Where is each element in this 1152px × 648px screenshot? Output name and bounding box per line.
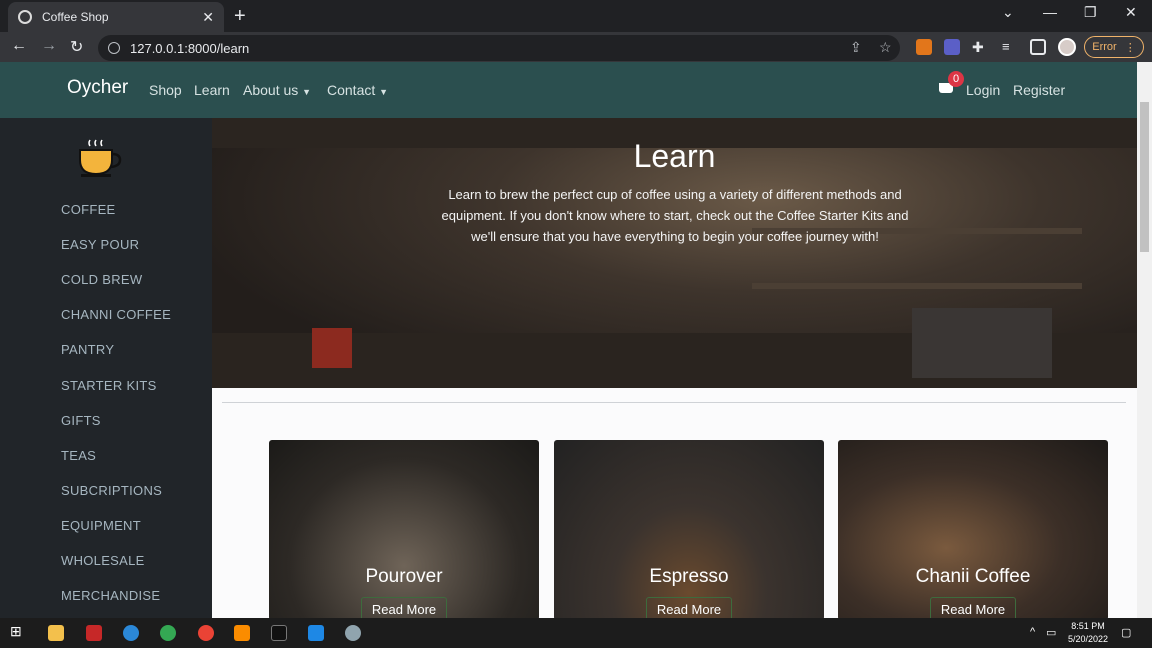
scrollbar-thumb[interactable]: [1140, 102, 1149, 252]
file-explorer-icon[interactable]: [48, 625, 64, 641]
browser-tab[interactable]: Coffee Shop ✕: [8, 2, 224, 32]
reading-list-icon[interactable]: ≡: [1002, 39, 1018, 55]
share-icon[interactable]: ⇪: [850, 39, 862, 56]
card-espresso[interactable]: Espresso Read More: [554, 440, 824, 618]
hero-espresso-machine: [912, 308, 1052, 378]
sidebar-item-merchandise[interactable]: MERCHANDISE: [61, 588, 160, 603]
globe-icon: [18, 10, 32, 24]
nav-link-shop[interactable]: Shop: [149, 82, 182, 98]
tab-title: Coffee Shop: [42, 10, 109, 24]
card-title: Espresso: [649, 566, 729, 587]
page-scrollbar[interactable]: [1137, 62, 1152, 618]
url-text: 127.0.0.1:8000/learn: [130, 40, 250, 56]
register-link[interactable]: Register: [1013, 82, 1065, 98]
caret-down-icon: ▼: [302, 87, 312, 97]
app-icon[interactable]: [86, 625, 102, 641]
address-bar[interactable]: 127.0.0.1:8000/learn ⇪ ☆: [98, 35, 900, 61]
chevron-up-icon[interactable]: ^: [1030, 626, 1035, 638]
card-title: Chanii Coffee: [915, 566, 1031, 587]
tab-close-button[interactable]: ✕: [202, 9, 214, 26]
error-label: Error: [1092, 41, 1117, 53]
hero-description: Learn to brew the perfect cup of coffee …: [441, 187, 909, 244]
windows-start-icon[interactable]: ⊞: [10, 623, 26, 639]
read-more-button[interactable]: Read More: [646, 597, 732, 618]
nav-link-contact[interactable]: Contact ▼: [327, 82, 388, 98]
edge-icon[interactable]: [123, 625, 139, 641]
side-panel-icon[interactable]: [1030, 39, 1046, 55]
windows-taskbar: ⊞ ^ ▭ 8:51 PM 5/20/2022 ▢: [0, 618, 1152, 648]
nav-link-contact-label: Contact: [327, 82, 376, 98]
sidebar-item-coffee[interactable]: COFFEE: [61, 202, 116, 217]
cart-icon[interactable]: 0: [936, 71, 964, 100]
caret-down-icon: ▼: [379, 87, 389, 97]
new-tab-button[interactable]: +: [234, 5, 246, 28]
sidebar-item-easy-pour[interactable]: EASY POUR: [61, 237, 139, 252]
coffee-cup-icon: [79, 139, 122, 177]
network-icon[interactable]: ▭: [1046, 626, 1056, 639]
site-info-icon[interactable]: [108, 42, 120, 54]
puzzle-icon[interactable]: ✚: [972, 39, 988, 55]
chrome-active-icon[interactable]: [198, 625, 214, 641]
hero-shelf: [752, 283, 1082, 289]
error-button[interactable]: Error ⋮: [1084, 36, 1144, 58]
nav-link-about-label: About us: [243, 82, 299, 98]
brand-logo-text[interactable]: Oycher: [67, 77, 128, 99]
xampp-icon[interactable]: [234, 625, 250, 641]
read-more-button[interactable]: Read More: [930, 597, 1016, 618]
profile-avatar[interactable]: [1058, 38, 1076, 56]
metamask-extension-icon[interactable]: [916, 39, 932, 55]
chevron-down-icon[interactable]: ⌄: [1002, 4, 1014, 21]
nav-link-about[interactable]: About us ▼: [243, 82, 311, 98]
sidebar-item-starter-kits[interactable]: STARTER KITS: [61, 378, 157, 393]
card-pourover[interactable]: Pourover Read More: [269, 440, 539, 618]
sidebar-item-gifts[interactable]: GIFTS: [61, 413, 101, 428]
chrome-icon[interactable]: [160, 625, 176, 641]
back-button[interactable]: ←: [11, 37, 27, 55]
restore-button[interactable]: ❐: [1084, 4, 1097, 21]
cart-count-badge: 0: [948, 71, 964, 87]
reload-button[interactable]: ↻: [70, 37, 83, 57]
hero-grinder: [312, 328, 352, 368]
card-chanii-coffee[interactable]: Chanii Coffee Read More: [838, 440, 1108, 618]
nav-link-learn[interactable]: Learn: [194, 82, 230, 98]
minimize-button[interactable]: —: [1043, 4, 1057, 20]
browser-tabstrip: Coffee Shop ✕ + ⌄ — ❐ ✕: [0, 0, 1152, 32]
browser-toolbar: ← → ↻ 127.0.0.1:8000/learn ⇪ ☆ ✚ ≡ Error…: [0, 32, 1152, 62]
forward-button[interactable]: →: [41, 37, 57, 55]
close-window-button[interactable]: ✕: [1125, 4, 1137, 21]
bookmark-star-icon[interactable]: ☆: [879, 39, 892, 56]
category-sidebar: COFFEE EASY POUR COLD BREW CHANNI COFFEE…: [0, 118, 212, 618]
taskbar-clock[interactable]: 8:51 PM 5/20/2022: [1060, 620, 1116, 646]
page-viewport: Oycher Shop Learn About us ▼ Contact ▼ 0…: [0, 62, 1137, 618]
read-more-button[interactable]: Read More: [361, 597, 447, 618]
menu-icon: ⋮: [1124, 41, 1136, 54]
sidebar-item-pantry[interactable]: PANTRY: [61, 342, 114, 357]
sidebar-item-wholesale[interactable]: WHOLESALE: [61, 553, 145, 568]
sidebar-item-equipment[interactable]: EQUIPMENT: [61, 518, 141, 533]
sidebar-item-teas[interactable]: TEAS: [61, 448, 96, 463]
content-area: Pourover Read More Espresso Read More Ch…: [212, 388, 1137, 618]
site-navbar: Oycher Shop Learn About us ▼ Contact ▼ 0…: [0, 62, 1137, 118]
clock-date: 5/20/2022: [1067, 634, 1109, 644]
hero-banner: Learn Learn to brew the perfect cup of c…: [212, 118, 1137, 388]
sidebar-item-subcriptions[interactable]: SUBCRIPTIONS: [61, 483, 162, 498]
notification-icon[interactable]: ▢: [1121, 626, 1131, 639]
vscode-icon[interactable]: [308, 625, 324, 641]
terminal-icon[interactable]: [271, 625, 287, 641]
app-icon[interactable]: [345, 625, 361, 641]
sidebar-item-cold-brew[interactable]: COLD BREW: [61, 272, 142, 287]
page-title: Learn: [633, 138, 716, 174]
card-title: Pourover: [365, 566, 443, 587]
divider: [222, 402, 1126, 403]
login-link[interactable]: Login: [966, 82, 1000, 98]
extension-icon[interactable]: [944, 39, 960, 55]
sidebar-item-channi-coffee[interactable]: CHANNI COFFEE: [61, 307, 171, 322]
clock-time: 8:51 PM: [1071, 621, 1105, 631]
